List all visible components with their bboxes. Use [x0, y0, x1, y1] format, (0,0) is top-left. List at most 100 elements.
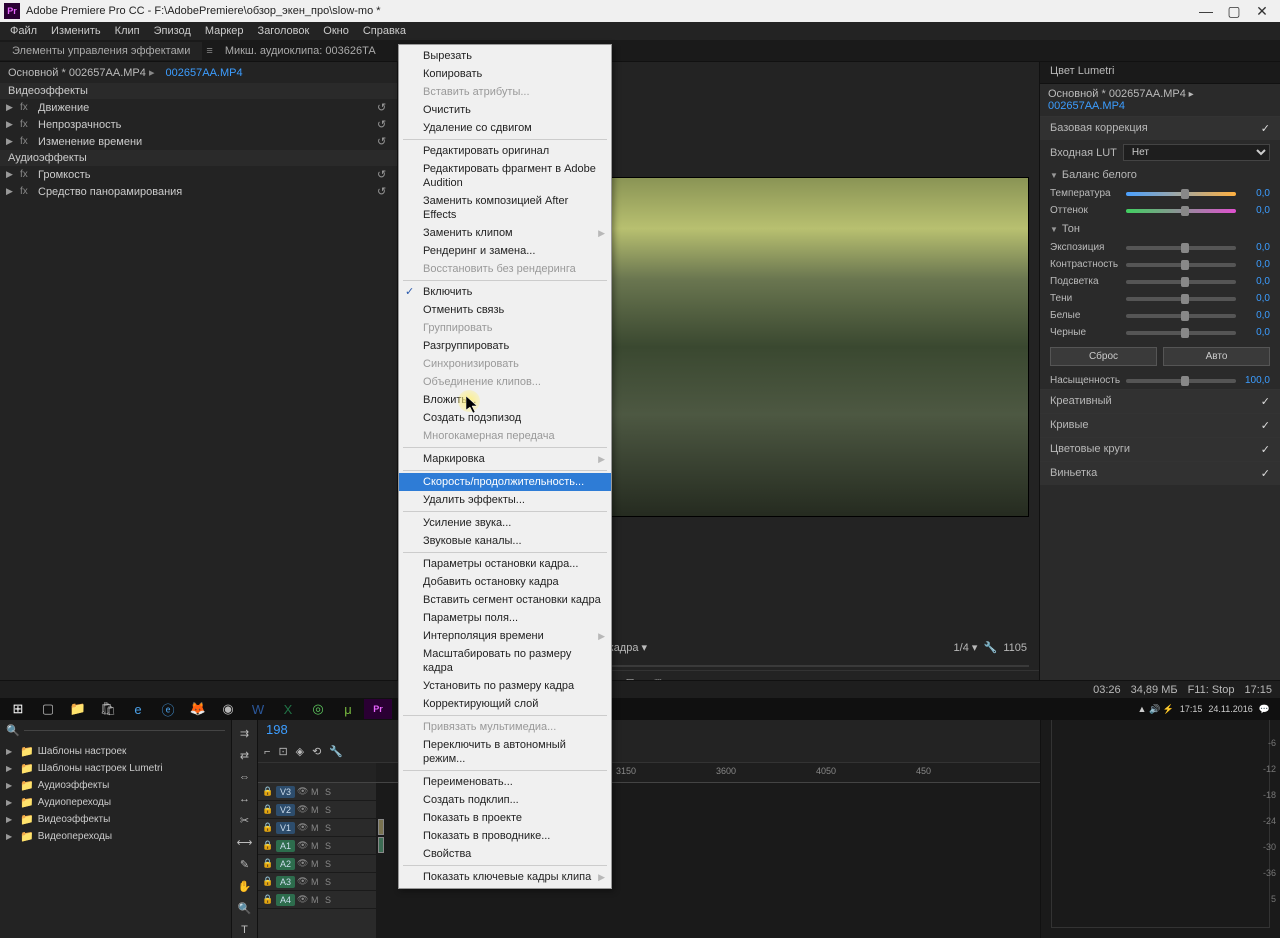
video-track-header[interactable]: 🔒V2👁MS: [258, 801, 376, 819]
fx-row[interactable]: ▶fxДвижение↺: [0, 99, 397, 116]
audio-track-header[interactable]: 🔒A1👁MS: [258, 837, 376, 855]
menu-Клип[interactable]: Клип: [109, 23, 146, 39]
razor-tool[interactable]: ✂: [236, 813, 254, 829]
ctx-item[interactable]: Вырезать: [399, 47, 611, 65]
ripple-seq-icon[interactable]: ⟲: [312, 745, 321, 758]
utorrent-icon[interactable]: μ: [334, 699, 362, 719]
audio-clip[interactable]: [378, 837, 384, 853]
rolling-tool[interactable]: ⇔: [236, 769, 254, 785]
vignette-header[interactable]: Виньетка✓: [1040, 462, 1280, 485]
tray-icons[interactable]: ▲ 🔊 ⚡: [1138, 704, 1174, 715]
ctx-item[interactable]: Редактировать фрагмент в Adobe Audition: [399, 160, 611, 192]
temperature-slider[interactable]: [1126, 192, 1236, 196]
track-select-tool[interactable]: ⇉: [236, 726, 254, 742]
ctx-item[interactable]: Создать подэпизод: [399, 409, 611, 427]
menu-Эпизод[interactable]: Эпизод: [148, 23, 197, 39]
ctx-item[interactable]: Корректирующий слой: [399, 695, 611, 713]
ctx-item[interactable]: Удалить эффекты...: [399, 491, 611, 509]
ctx-item[interactable]: Показать ключевые кадры клипа▶: [399, 868, 611, 886]
store-icon[interactable]: 🛍: [94, 699, 122, 719]
blacks-slider[interactable]: [1126, 331, 1236, 335]
ctx-item[interactable]: Вставить сегмент остановки кадра: [399, 591, 611, 609]
tab-effect-controls[interactable]: Элементы управления эффектами: [0, 42, 202, 60]
word-icon[interactable]: W: [244, 699, 272, 719]
slip-tool[interactable]: ⟷: [236, 835, 254, 851]
lumetri-tab[interactable]: Цвет Lumetri: [1040, 62, 1280, 84]
project-folder[interactable]: ▶📁Шаблоны настроек Lumetri: [0, 760, 231, 777]
audio-track-header[interactable]: 🔒A2👁MS: [258, 855, 376, 873]
zoom-tool[interactable]: 🔍: [236, 900, 254, 916]
lut-select[interactable]: Нет: [1123, 144, 1270, 161]
ctx-item[interactable]: Переключить в автономный режим...: [399, 736, 611, 768]
excel-icon[interactable]: X: [274, 699, 302, 719]
project-folder[interactable]: ▶📁Аудиопереходы: [0, 794, 231, 811]
ctx-item[interactable]: Скорость/продолжительность...: [399, 473, 611, 491]
ctx-item[interactable]: Звуковые каналы...: [399, 532, 611, 550]
video-clip[interactable]: [378, 819, 384, 835]
wrench-icon[interactable]: 🔧: [329, 745, 343, 758]
tray-date[interactable]: 24.11.2016: [1208, 704, 1252, 714]
ie-icon[interactable]: ⓔ: [154, 699, 182, 719]
edge-icon[interactable]: e: [124, 699, 152, 719]
white-balance-header[interactable]: ▼Баланс белого: [1040, 165, 1280, 185]
ctx-item[interactable]: Параметры остановки кадра...: [399, 555, 611, 573]
menu-Изменить[interactable]: Изменить: [45, 23, 107, 39]
ctx-item[interactable]: Разгруппировать: [399, 337, 611, 355]
tab-audio-mixer[interactable]: Микш. аудиоклипа: 003626ТА: [213, 42, 388, 60]
ctx-item[interactable]: Вложить...: [399, 391, 611, 409]
ctx-item[interactable]: Установить по размеру кадра: [399, 677, 611, 695]
project-folder[interactable]: ▶📁Видеоэффекты: [0, 811, 231, 828]
ctx-item[interactable]: Редактировать оригинал: [399, 142, 611, 160]
ctx-item[interactable]: Создать подклип...: [399, 791, 611, 809]
type-tool[interactable]: T: [236, 922, 254, 938]
fx-row[interactable]: ▶fxИзменение времени↺: [0, 133, 397, 150]
video-track-header[interactable]: 🔒V1👁MS: [258, 819, 376, 837]
close-button[interactable]: ✕: [1248, 1, 1276, 21]
ctx-item[interactable]: Добавить остановку кадра: [399, 573, 611, 591]
highlights-slider[interactable]: [1126, 280, 1236, 284]
reset-button[interactable]: Сброс: [1050, 347, 1157, 366]
basic-correction-header[interactable]: Базовая коррекция✓: [1040, 117, 1280, 140]
notification-icon[interactable]: 💬: [1259, 704, 1270, 715]
timeline-timecode[interactable]: 198: [258, 718, 1040, 741]
menu-Заголовок[interactable]: Заголовок: [252, 23, 316, 39]
rate-stretch-tool[interactable]: ↔: [236, 791, 254, 807]
ctx-item[interactable]: Отменить связь: [399, 301, 611, 319]
linked-sel-icon[interactable]: ⊡: [278, 745, 287, 758]
shadows-slider[interactable]: [1126, 297, 1236, 301]
menu-Файл[interactable]: Файл: [4, 23, 43, 39]
contrast-slider[interactable]: [1126, 263, 1236, 267]
start-button[interactable]: ⊞: [4, 699, 32, 719]
ctx-item[interactable]: Очистить: [399, 101, 611, 119]
video-track-header[interactable]: 🔒V3👁MS: [258, 783, 376, 801]
snap-icon[interactable]: ⌐: [264, 746, 270, 758]
ctx-item[interactable]: Показать в проекте: [399, 809, 611, 827]
tint-slider[interactable]: [1126, 209, 1236, 213]
saturation-slider[interactable]: [1126, 379, 1236, 383]
pen-tool[interactable]: ✎: [236, 857, 254, 873]
menu-Маркер[interactable]: Маркер: [199, 23, 250, 39]
ctx-item[interactable]: Усиление звука...: [399, 514, 611, 532]
ctx-item[interactable]: Заменить композицией After Effects: [399, 192, 611, 224]
app-icon-1[interactable]: ◎: [304, 699, 332, 719]
tone-header[interactable]: ▼Тон: [1040, 219, 1280, 239]
project-folder[interactable]: ▶📁Видеопереходы: [0, 828, 231, 845]
auto-button[interactable]: Авто: [1163, 347, 1270, 366]
ctx-item[interactable]: ✓Включить: [399, 283, 611, 301]
premiere-taskbar-icon[interactable]: Pr: [364, 699, 392, 719]
task-view-icon[interactable]: ▢: [34, 699, 62, 719]
menu-Справка[interactable]: Справка: [357, 23, 412, 39]
ctx-item[interactable]: Интерполяция времени▶: [399, 627, 611, 645]
exposure-slider[interactable]: [1126, 246, 1236, 250]
tray-time[interactable]: 17:15: [1180, 704, 1203, 714]
firefox-icon[interactable]: 🦊: [184, 699, 212, 719]
fx-row[interactable]: ▶fxСредство панорамирования↺: [0, 183, 397, 200]
ctx-item[interactable]: Заменить клипом▶: [399, 224, 611, 242]
minimize-button[interactable]: —: [1192, 1, 1220, 21]
audio-track-header[interactable]: 🔒A3👁MS: [258, 873, 376, 891]
project-folder[interactable]: ▶📁Аудиоэффекты: [0, 777, 231, 794]
scale-dropdown[interactable]: 1/4 ▾: [954, 642, 978, 654]
ctx-item[interactable]: Рендеринг и замена...: [399, 242, 611, 260]
ripple-tool[interactable]: ⇄: [236, 748, 254, 764]
project-search[interactable]: [24, 730, 225, 731]
